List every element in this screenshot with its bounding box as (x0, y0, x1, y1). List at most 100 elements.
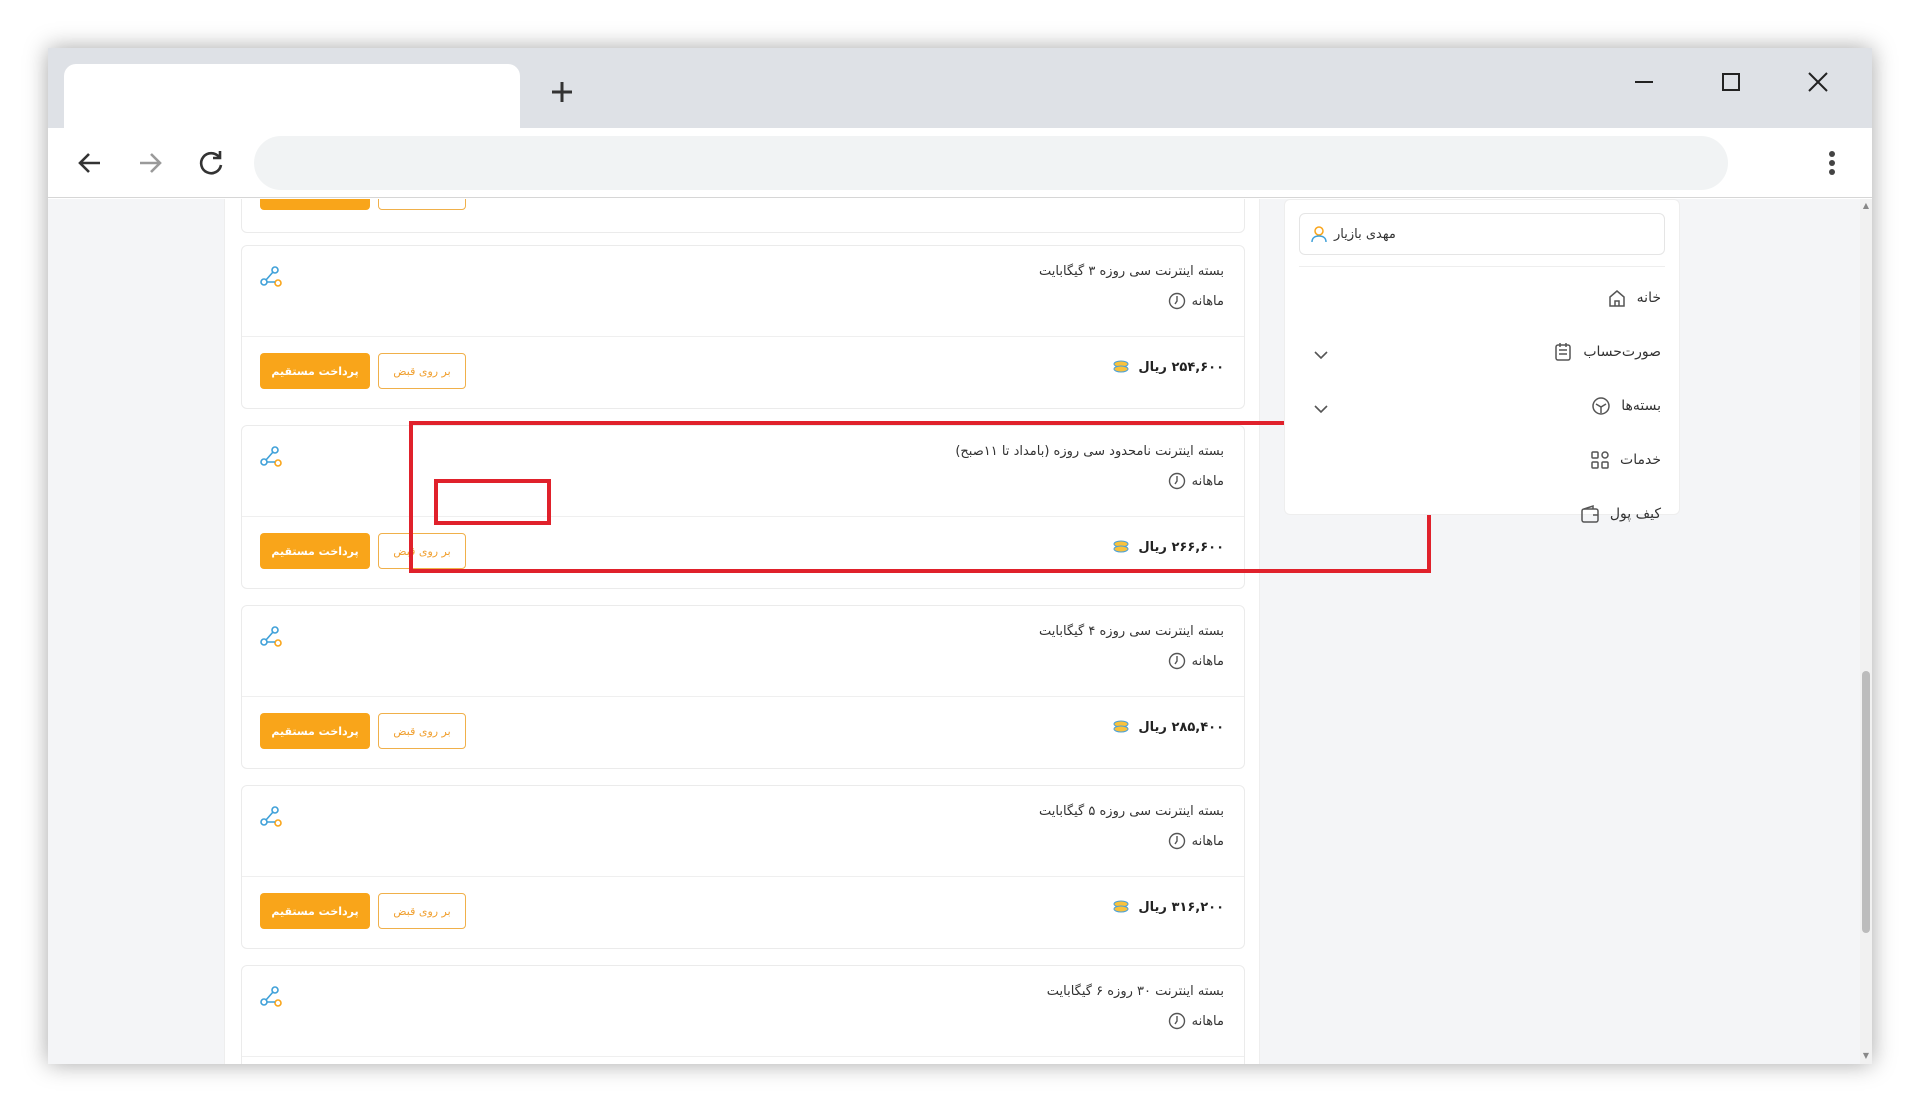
coins-icon (1113, 540, 1129, 553)
page-viewport: پرداخت مستقیم بر روی قبض بسته اینترنت سی… (48, 199, 1872, 1064)
divider (1299, 266, 1665, 267)
packages-list: پرداخت مستقیم بر روی قبض بسته اینترنت سی… (224, 199, 1431, 1064)
package-period: ماهانه (1168, 652, 1224, 670)
user-name: مهدی بازیار (1334, 226, 1396, 242)
clock-icon (1168, 832, 1185, 850)
new-tab-button[interactable] (542, 72, 582, 112)
package-title: بسته اینترنت سی روزه ۵ گیگابایت (1039, 804, 1224, 819)
package-period: ماهانه (1168, 472, 1224, 490)
add-to-bill-button[interactable]: بر روی قبض (378, 199, 466, 210)
arrow-right-icon (140, 153, 162, 173)
close-icon (1808, 72, 1828, 92)
browser-menu-button[interactable] (1812, 141, 1852, 185)
package-icon (1592, 397, 1610, 415)
package-period: ماهانه (1168, 292, 1224, 310)
package-price: ۲۵۴,۶۰۰ ریال (1112, 358, 1224, 376)
package-title: بسته اینترنت سی روزه ۳ گیگابایت (1039, 264, 1224, 279)
package-title: بسته اینترنت نامحدود سی روزه (بامداد تا … (955, 444, 1224, 459)
scroll-up-icon[interactable]: ▲ (1861, 201, 1871, 211)
clock-icon (1168, 472, 1185, 490)
coins-icon (1113, 720, 1129, 733)
share-icon[interactable] (260, 446, 282, 468)
package-price: ۲۸۵,۴۰۰ ریال (1112, 718, 1224, 736)
more-vertical-icon (1829, 151, 1835, 175)
add-to-bill-button[interactable]: بر روی قبض (378, 533, 466, 569)
share-icon[interactable] (260, 986, 282, 1008)
package-period: ماهانه (1168, 1012, 1224, 1030)
chevron-down-icon[interactable] (1311, 345, 1331, 365)
share-icon[interactable] (260, 266, 282, 288)
add-to-bill-button[interactable]: بر روی قبض (378, 893, 466, 929)
add-to-bill-button[interactable]: بر روی قبض (378, 713, 466, 749)
reload-icon (199, 151, 223, 175)
package-card: بسته اینترنت سی روزه ۵ گیگابایت ماهانه ۳… (241, 785, 1245, 949)
package-title: بسته اینترنت ۳۰ روزه ۶ گیگابایت (1046, 984, 1224, 999)
price-label: ۲۵۴,۶۰۰ ریال (1138, 359, 1224, 375)
browser-window: پرداخت مستقیم بر روی قبض بسته اینترنت سی… (48, 48, 1872, 1064)
sidebar-item-label: صورت‌حساب (1583, 344, 1661, 360)
period-label: ماهانه (1191, 473, 1224, 489)
direct-pay-button[interactable]: پرداخت مستقیم (260, 713, 370, 749)
wallet-icon (1581, 504, 1599, 523)
sidebar-item-label: بسته‌ها (1621, 398, 1661, 414)
sidebar-item-packages[interactable]: بسته‌ها (1591, 396, 1661, 416)
address-bar[interactable] (254, 136, 1728, 190)
package-card-highlighted: بسته اینترنت نامحدود سی روزه (بامداد تا … (241, 425, 1245, 589)
package-card-partial: پرداخت مستقیم بر روی قبض (241, 199, 1245, 233)
package-card: بسته اینترنت سی روزه ۴ گیگابایت ماهانه ۲… (241, 605, 1245, 769)
price-label: ۲۸۵,۴۰۰ ریال (1138, 719, 1224, 735)
package-card: بسته اینترنت سی روزه ۳ گیگابایت ماهانه ۲… (241, 245, 1245, 409)
direct-pay-button[interactable]: پرداخت مستقیم (260, 533, 370, 569)
package-title: بسته اینترنت سی روزه ۴ گیگابایت (1039, 624, 1224, 639)
period-label: ماهانه (1191, 1013, 1224, 1029)
browser-toolbar (48, 128, 1872, 198)
period-label: ماهانه (1191, 293, 1224, 309)
chevron-down-icon[interactable] (1311, 399, 1331, 419)
reload-button[interactable] (189, 141, 233, 185)
share-icon[interactable] (260, 806, 282, 828)
clock-icon (1168, 1012, 1185, 1030)
maximize-button[interactable] (1701, 60, 1761, 104)
direct-pay-button[interactable]: پرداخت مستقیم (260, 353, 370, 389)
maximize-icon (1722, 73, 1740, 91)
price-label: ۲۶۶,۶۰۰ ریال (1138, 539, 1224, 555)
package-price: ۲۶۶,۶۰۰ ریال (1112, 538, 1224, 556)
period-label: ماهانه (1191, 833, 1224, 849)
sidebar: مهدی بازیار خانه صورت‌حساب بسته‌ها (1284, 199, 1680, 523)
sidebar-item-wallet[interactable]: کیف پول (1580, 504, 1661, 524)
direct-pay-button[interactable]: پرداخت مستقیم (260, 199, 370, 210)
sidebar-item-label: خانه (1636, 290, 1661, 306)
share-icon[interactable] (260, 626, 282, 648)
coins-icon (1113, 360, 1129, 373)
clock-icon (1168, 652, 1185, 670)
coins-icon (1113, 900, 1129, 913)
sidebar-item-home[interactable]: خانه (1607, 288, 1661, 308)
period-label: ماهانه (1191, 653, 1224, 669)
browser-tab[interactable] (64, 64, 520, 128)
forward-button[interactable] (128, 141, 172, 185)
minimize-button[interactable] (1614, 60, 1674, 104)
add-to-bill-button[interactable]: بر روی قبض (378, 353, 466, 389)
plus-icon (552, 82, 572, 102)
scroll-thumb[interactable] (1862, 671, 1870, 933)
minimize-icon (1635, 81, 1653, 83)
vertical-scrollbar[interactable]: ▲ ▼ (1860, 199, 1872, 1064)
package-price: ۳۱۶,۲۰۰ ریال (1112, 898, 1224, 916)
coins-icon (1206, 199, 1224, 200)
sidebar-item-services[interactable]: خدمات (1590, 450, 1661, 470)
sidebar-item-label: کیف پول (1609, 506, 1661, 522)
package-card: بسته اینترنت ۳۰ روزه ۶ گیگابایت ماهانه (241, 965, 1245, 1064)
sidebar-item-invoice[interactable]: صورت‌حساب (1553, 342, 1661, 362)
direct-pay-button[interactable]: پرداخت مستقیم (260, 893, 370, 929)
home-icon (1608, 290, 1625, 307)
price-label: ۳۱۶,۲۰۰ ریال (1138, 899, 1224, 915)
close-button[interactable] (1788, 60, 1848, 104)
grid-icon (1591, 451, 1609, 469)
tab-bar (48, 48, 1872, 128)
invoice-icon (1555, 343, 1572, 361)
arrow-left-icon (78, 153, 100, 173)
back-button[interactable] (68, 141, 112, 185)
scroll-down-icon[interactable]: ▼ (1861, 1051, 1871, 1061)
user-profile[interactable]: مهدی بازیار (1299, 213, 1665, 255)
package-period: ماهانه (1168, 832, 1224, 850)
